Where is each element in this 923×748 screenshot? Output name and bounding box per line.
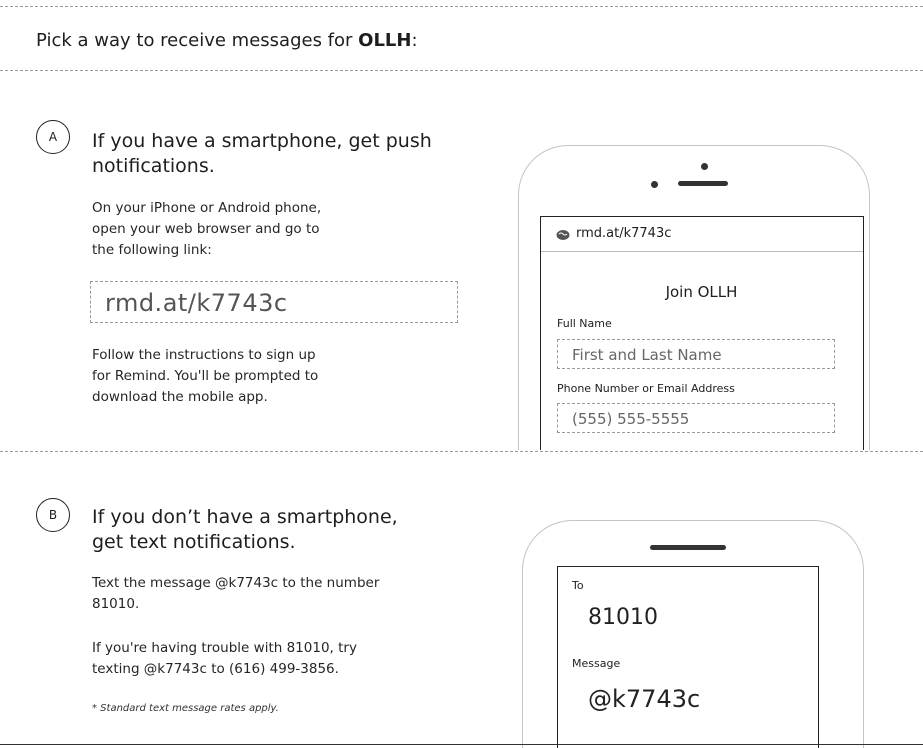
- header-divider: [0, 70, 923, 71]
- signup-link-box[interactable]: rmd.at/k7743c: [90, 281, 458, 323]
- brain-icon: [556, 226, 570, 240]
- full-name-input[interactable]: First and Last Name: [557, 339, 835, 369]
- phone-camera-dot: [651, 181, 658, 188]
- option-a-follow-instructions: Follow the instructions to sign up for R…: [92, 347, 319, 405]
- message-text: @k7743c: [588, 685, 701, 713]
- signup-link[interactable]: rmd.at/k7743c: [105, 289, 288, 317]
- browser-address-bar: rmd.at/k7743c: [541, 217, 863, 252]
- full-name-label: Full Name: [557, 317, 612, 330]
- page-header: Pick a way to receive messages for OLLH:: [36, 30, 418, 51]
- contact-input[interactable]: (555) 555-5555: [557, 403, 835, 433]
- header-prefix: Pick a way to receive messages for: [36, 30, 359, 51]
- sms-screen: To 81010 Message @k7743c: [557, 566, 819, 748]
- phone-speaker-dot: [701, 163, 708, 170]
- option-b-title: If you don’t have a smartphone, get text…: [92, 506, 398, 553]
- option-b-text-instructions: Text the message @k7743c to the number 8…: [92, 575, 380, 612]
- top-divider: [0, 6, 923, 7]
- to-label: To: [572, 579, 584, 592]
- option-a-badge: A: [36, 120, 70, 154]
- phone-b-earpiece: [650, 545, 726, 550]
- rates-footnote: * Standard text message rates apply.: [92, 703, 279, 714]
- message-label: Message: [572, 657, 621, 670]
- option-a-title: If you have a smartphone, get push notif…: [92, 130, 432, 177]
- phone-screen: rmd.at/k7743c Join OLLH Full Name First …: [540, 216, 864, 450]
- option-a-instructions: On your iPhone or Android phone, open yo…: [92, 200, 322, 258]
- section-divider: [0, 451, 923, 452]
- contact-label: Phone Number or Email Address: [557, 382, 735, 395]
- browser-url: rmd.at/k7743c: [576, 226, 672, 241]
- phone-earpiece: [678, 181, 728, 186]
- to-number: 81010: [588, 605, 658, 630]
- bottom-edge: [0, 744, 923, 745]
- option-b-trouble-instructions: If you're having trouble with 81010, try…: [92, 640, 357, 677]
- join-title: Join OLLH: [665, 283, 738, 301]
- header-suffix: :: [411, 30, 418, 51]
- option-b-badge: B: [36, 498, 70, 532]
- group-name: OLLH: [358, 30, 412, 51]
